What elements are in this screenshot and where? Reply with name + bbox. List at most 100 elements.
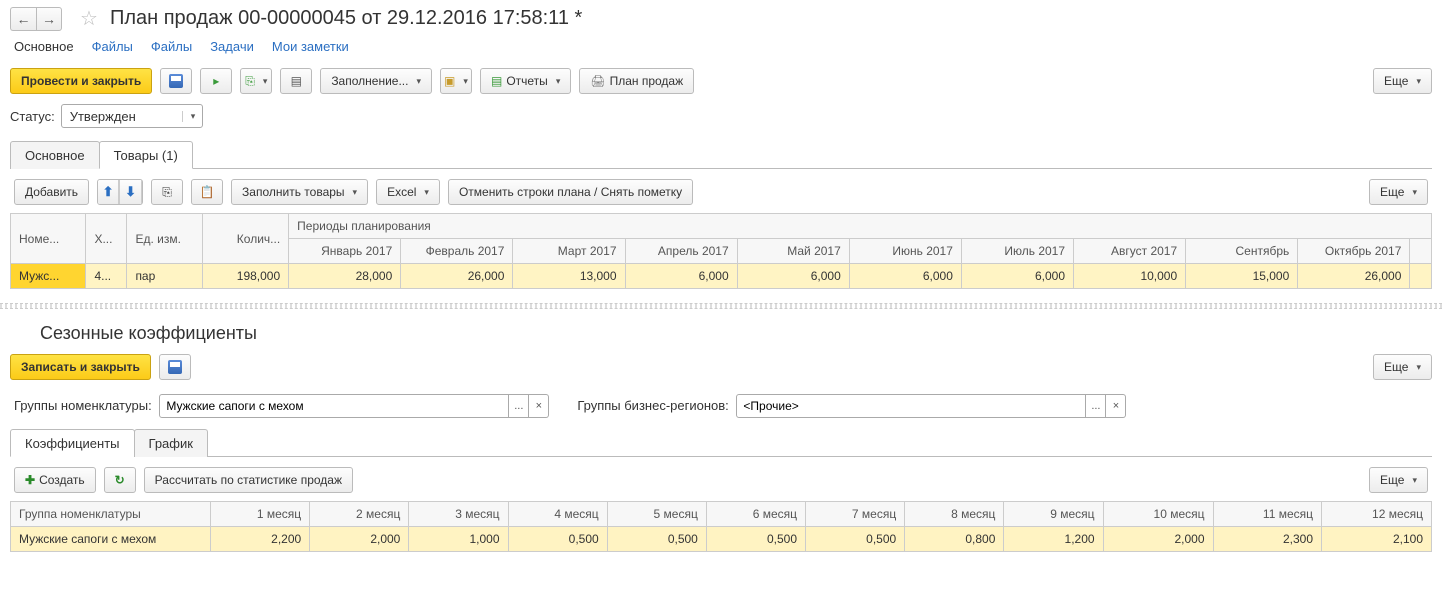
- cell-value[interactable]: 13,000: [513, 264, 625, 289]
- nav-forward-button[interactable]: →: [36, 7, 62, 31]
- tab-main[interactable]: Основное: [10, 141, 100, 169]
- cell-coef[interactable]: 2,000: [1103, 527, 1213, 552]
- sales-plan-button[interactable]: 🖨План продаж: [579, 68, 694, 94]
- save-and-close-button[interactable]: Записать и закрыть: [10, 354, 151, 380]
- col-nomenclature[interactable]: Номе...: [11, 214, 86, 264]
- fill-goods-button[interactable]: Заполнить товары: [231, 179, 368, 205]
- link-main[interactable]: Основное: [14, 39, 74, 54]
- reports-button[interactable]: ▤Отчеты: [480, 68, 571, 94]
- print-button[interactable]: ▤: [280, 68, 312, 94]
- coef-col-month[interactable]: 12 месяц: [1322, 502, 1432, 527]
- coef-col-month[interactable]: 8 месяц: [905, 502, 1004, 527]
- cell-value[interactable]: 28,000: [289, 264, 401, 289]
- cell-unit[interactable]: пар: [127, 264, 202, 289]
- refresh-button[interactable]: ↻: [104, 467, 136, 493]
- link-files-1[interactable]: Файлы: [92, 39, 133, 54]
- coef-col-month[interactable]: 9 месяц: [1004, 502, 1103, 527]
- cell-nomenclature[interactable]: Мужс...: [11, 264, 86, 289]
- coef-col-month[interactable]: 2 месяц: [310, 502, 409, 527]
- cell-coef[interactable]: 1,000: [409, 527, 508, 552]
- table-row[interactable]: Мужские сапоги с мехом 2,200 2,000 1,000…: [11, 527, 1432, 552]
- more-button-1[interactable]: Еще: [1373, 68, 1432, 94]
- link-notes[interactable]: Мои заметки: [272, 39, 349, 54]
- col-month[interactable]: Март 2017: [513, 239, 625, 264]
- copy-button[interactable]: ⎘: [151, 179, 183, 205]
- status-select[interactable]: Утвержден ▾: [61, 104, 203, 128]
- col-month[interactable]: Май 2017: [737, 239, 849, 264]
- more-button-3[interactable]: Еще: [1373, 354, 1432, 380]
- cell-value[interactable]: 6,000: [625, 264, 737, 289]
- link-tasks[interactable]: Задачи: [210, 39, 254, 54]
- link-files-2[interactable]: Файлы: [151, 39, 192, 54]
- coef-col-group[interactable]: Группа номенклатуры: [11, 502, 211, 527]
- cell-characteristic[interactable]: 4...: [86, 264, 127, 289]
- table-row[interactable]: Мужс... 4... пар 198,000 28,000 26,000 1…: [11, 264, 1432, 289]
- business-region-input[interactable]: [736, 394, 1086, 418]
- add-row-button[interactable]: Добавить: [14, 179, 89, 205]
- col-month[interactable]: Февраль 2017: [401, 239, 513, 264]
- tab-goods[interactable]: Товары (1): [99, 141, 193, 169]
- cell-coef[interactable]: 2,000: [310, 527, 409, 552]
- paste-button[interactable]: 📋: [191, 179, 223, 205]
- col-month[interactable]: Сентябрь: [1186, 239, 1298, 264]
- move-up-button[interactable]: ⬆: [98, 180, 120, 204]
- col-characteristic[interactable]: Х...: [86, 214, 127, 264]
- cell-coef[interactable]: 0,500: [508, 527, 607, 552]
- cell-value[interactable]: 6,000: [849, 264, 961, 289]
- nomenclature-group-input[interactable]: [159, 394, 509, 418]
- tab-coefficients[interactable]: Коэффициенты: [10, 429, 135, 457]
- coef-col-month[interactable]: 11 месяц: [1213, 502, 1322, 527]
- cell-coef[interactable]: 0,800: [905, 527, 1004, 552]
- coef-col-month[interactable]: 6 месяц: [706, 502, 805, 527]
- col-month[interactable]: Январь 2017: [289, 239, 401, 264]
- move-down-button[interactable]: ⬇: [120, 180, 142, 204]
- more-button-4[interactable]: Еще: [1369, 467, 1428, 493]
- cell-value[interactable]: 6,000: [737, 264, 849, 289]
- post-button[interactable]: ▸: [200, 68, 232, 94]
- col-month[interactable]: Октябрь 2017: [1298, 239, 1410, 264]
- coef-col-month[interactable]: 10 месяц: [1103, 502, 1213, 527]
- pane-splitter[interactable]: [0, 303, 1442, 309]
- col-month[interactable]: Июль 2017: [961, 239, 1073, 264]
- coef-col-month[interactable]: 5 месяц: [607, 502, 706, 527]
- based-on-button[interactable]: ⎘: [240, 68, 272, 94]
- cell-value[interactable]: 10,000: [1074, 264, 1186, 289]
- clear-button[interactable]: ×: [1106, 394, 1126, 418]
- cell-value[interactable]: 26,000: [401, 264, 513, 289]
- tab-chart[interactable]: График: [134, 429, 208, 457]
- coef-col-month[interactable]: 4 месяц: [508, 502, 607, 527]
- favorite-star-icon[interactable]: ☆: [80, 6, 98, 31]
- cell-coef[interactable]: 2,100: [1322, 527, 1432, 552]
- select-button[interactable]: ...: [1086, 394, 1106, 418]
- attach-button[interactable]: ▣: [440, 68, 472, 94]
- calc-by-stats-button[interactable]: Рассчитать по статистике продаж: [144, 467, 353, 493]
- goods-table[interactable]: Номе... Х... Ед. изм. Колич... Периоды п…: [10, 213, 1432, 289]
- cell-coef[interactable]: 0,500: [607, 527, 706, 552]
- coef-col-month[interactable]: 3 месяц: [409, 502, 508, 527]
- excel-button[interactable]: Excel: [376, 179, 440, 205]
- cell-value[interactable]: 15,000: [1186, 264, 1298, 289]
- cell-value[interactable]: 26,000: [1298, 264, 1410, 289]
- cell-group-name[interactable]: Мужские сапоги с мехом: [11, 527, 211, 552]
- more-button-2[interactable]: Еще: [1369, 179, 1428, 205]
- col-month[interactable]: Август 2017: [1074, 239, 1186, 264]
- save-button-2[interactable]: [159, 354, 191, 380]
- col-month[interactable]: Апрель 2017: [625, 239, 737, 264]
- cell-quantity[interactable]: 198,000: [202, 264, 288, 289]
- cell-value[interactable]: 6,000: [961, 264, 1073, 289]
- cell-coef[interactable]: 2,300: [1213, 527, 1322, 552]
- post-and-close-button[interactable]: Провести и закрыть: [10, 68, 152, 94]
- coef-col-month[interactable]: 7 месяц: [806, 502, 905, 527]
- cancel-rows-button[interactable]: Отменить строки плана / Снять пометку: [448, 179, 693, 205]
- clear-button[interactable]: ×: [529, 394, 549, 418]
- coefficients-table[interactable]: Группа номенклатуры 1 месяц 2 месяц 3 ме…: [10, 501, 1432, 552]
- select-button[interactable]: ...: [509, 394, 529, 418]
- save-button[interactable]: [160, 68, 192, 94]
- col-unit[interactable]: Ед. изм.: [127, 214, 202, 264]
- fill-button[interactable]: Заполнение...: [320, 68, 432, 94]
- col-quantity[interactable]: Колич...: [202, 214, 288, 264]
- col-month[interactable]: Июнь 2017: [849, 239, 961, 264]
- create-button[interactable]: ✚ Создать: [14, 467, 96, 493]
- cell-coef[interactable]: 0,500: [806, 527, 905, 552]
- cell-coef[interactable]: 0,500: [706, 527, 805, 552]
